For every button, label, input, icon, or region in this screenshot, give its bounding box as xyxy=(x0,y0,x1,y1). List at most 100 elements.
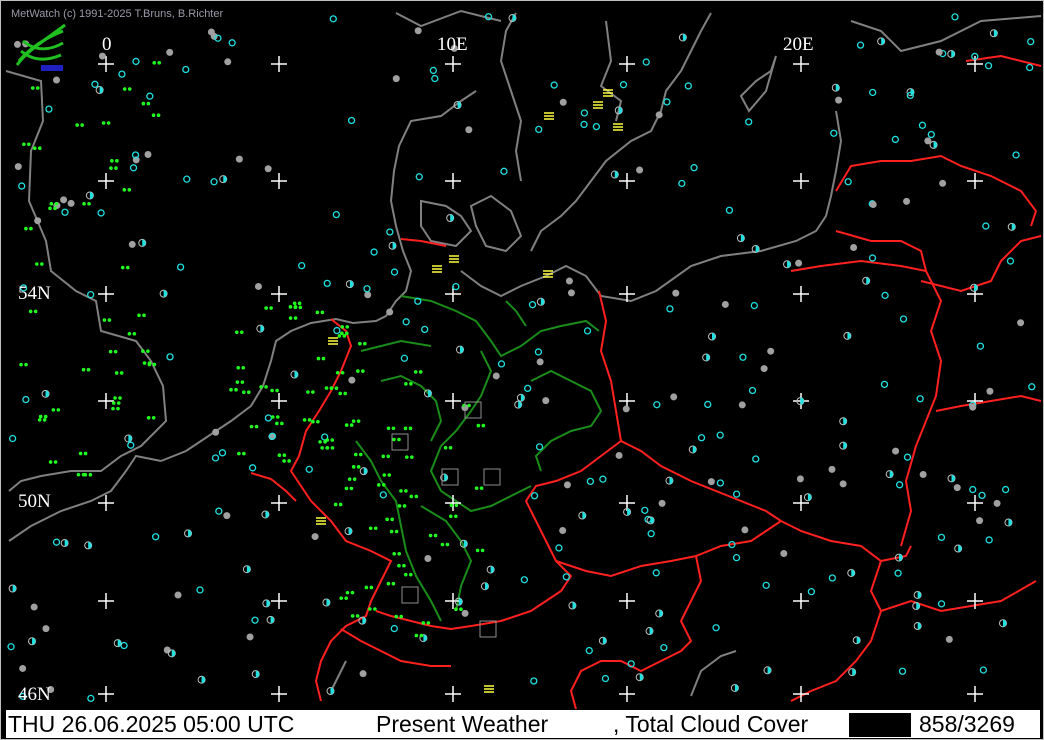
drizzle-symbol xyxy=(24,226,33,231)
cloud-clear-symbol xyxy=(132,57,140,66)
cloud-partial-symbol xyxy=(167,649,176,658)
cloud-overcast-symbol xyxy=(828,465,836,473)
drizzle-symbol xyxy=(338,391,347,396)
metwatch-logo xyxy=(15,23,66,71)
drizzle-symbol xyxy=(475,548,485,553)
cloud-clear-symbol xyxy=(452,282,460,291)
cloud-overcast-symbol xyxy=(364,291,372,299)
cloud-clear-symbol xyxy=(22,395,30,404)
drizzle-symbol xyxy=(405,455,414,459)
cloud-clear-symbol xyxy=(251,616,259,624)
cloud-overcast-symbol xyxy=(741,526,749,534)
station-count: 858/3269 xyxy=(919,711,1015,737)
grid-cross xyxy=(445,393,461,409)
cloud-partial-symbol xyxy=(702,353,711,362)
drizzle-symbol xyxy=(109,166,118,170)
cloud-clear-symbol xyxy=(647,530,655,538)
drizzle-symbol xyxy=(229,387,238,392)
drizzle-symbol xyxy=(114,371,124,375)
drizzle-symbol xyxy=(443,445,453,450)
cloud-overcast-symbol xyxy=(386,308,394,316)
cloud-overcast-symbol xyxy=(945,635,953,643)
cloud-clear-symbol xyxy=(880,380,889,389)
cloud-clear-symbol xyxy=(762,581,770,589)
cloud-clear-symbol xyxy=(415,173,423,181)
cloud-partial-symbol xyxy=(514,400,523,409)
drizzle-symbol xyxy=(146,415,156,420)
cloud-overcast-symbol xyxy=(839,480,847,488)
drizzle-symbol xyxy=(476,423,486,428)
cloud-overcast-symbol xyxy=(658,499,666,507)
cloud-overcast-symbol xyxy=(993,499,1001,507)
drizzle-symbol xyxy=(110,159,119,163)
cloud-clear-symbol xyxy=(196,586,204,594)
fog-symbol xyxy=(484,685,494,693)
cloud-partial-symbol xyxy=(877,37,886,46)
cloud-partial-symbol xyxy=(736,234,745,243)
drizzle-symbol xyxy=(264,306,273,310)
latitude-label-46n: 46N xyxy=(18,684,51,705)
grid-cross xyxy=(619,593,635,609)
drizzle-symbol xyxy=(235,380,245,384)
cloud-clear-symbol xyxy=(898,667,907,675)
cloud-overcast-symbol xyxy=(359,670,367,678)
drizzle-symbol xyxy=(152,60,162,65)
cloud-clear-symbol xyxy=(976,342,985,350)
cloud-overcast-symbol xyxy=(212,428,220,436)
cloud-clear-symbol xyxy=(87,694,95,703)
cloud-overcast-symbol xyxy=(767,347,775,355)
country-borders xyxy=(250,54,1042,709)
drizzle-symbol xyxy=(376,483,386,487)
cloud-partial-symbol xyxy=(41,389,50,398)
cloud-clear-symbol xyxy=(18,182,26,190)
drizzle-symbol xyxy=(76,472,86,477)
cloud-clear-symbol xyxy=(586,477,595,486)
fog-symbol xyxy=(613,123,623,131)
drizzle-symbol xyxy=(236,365,246,370)
cloud-partial-symbol xyxy=(508,14,517,23)
cloud-overcast-symbol xyxy=(780,550,788,558)
drizzle-symbol xyxy=(108,349,118,354)
drizzle-symbol xyxy=(241,390,251,395)
copyright-text: MetWatch (c) 1991-2025 T.Bruns, B.Richte… xyxy=(11,8,224,20)
cloud-clear-symbol xyxy=(903,453,912,461)
drizzle-symbol xyxy=(270,415,280,419)
cloud-clear-symbol xyxy=(210,178,218,186)
cloud-partial-symbol xyxy=(783,260,792,269)
cloud-partial-symbol xyxy=(60,539,69,548)
weather-map[interactable] xyxy=(1,1,1044,709)
cloud-partial-symbol xyxy=(456,345,465,354)
cloud-clear-symbol xyxy=(978,491,986,500)
cloud-partial-symbol xyxy=(708,332,717,341)
cloud-clear-symbol xyxy=(431,74,439,83)
cloud-clear-symbol xyxy=(830,129,838,137)
fog-symbol xyxy=(544,112,554,120)
cloud-clear-symbol xyxy=(660,644,668,652)
drizzle-symbol xyxy=(277,453,287,458)
grid-cross xyxy=(271,56,287,72)
drizzle-symbol xyxy=(381,454,391,459)
grid-cross xyxy=(271,495,287,511)
drizzle-symbol xyxy=(288,316,298,320)
cloud-overcast-symbol xyxy=(919,471,927,479)
cloud-clear-symbol xyxy=(120,641,128,650)
cloud-partial-symbol xyxy=(839,441,848,450)
cloud-clear-symbol xyxy=(555,544,563,552)
cloud-clear-symbol xyxy=(732,490,741,498)
legend-box xyxy=(849,713,911,737)
drizzle-symbol xyxy=(356,369,365,373)
cloud-partial-symbol xyxy=(678,33,687,42)
cloud-clear-symbol xyxy=(500,167,508,175)
drizzle-symbol xyxy=(315,310,325,315)
cloud-clear-symbol xyxy=(390,268,399,276)
cloud-partial-symbol xyxy=(688,445,697,454)
drizzle-symbol xyxy=(113,396,122,400)
cloud-partial-symbol xyxy=(251,670,260,679)
cloud-partial-symbol xyxy=(219,175,228,184)
cloud-overcast-symbol xyxy=(892,447,900,455)
cloud-partial-symbol xyxy=(665,476,674,485)
cloud-overcast-symbol xyxy=(536,358,544,366)
cloud-clear-symbol xyxy=(716,479,725,487)
cloud-partial-symbol xyxy=(730,683,739,692)
cloud-overcast-symbol xyxy=(924,137,932,145)
